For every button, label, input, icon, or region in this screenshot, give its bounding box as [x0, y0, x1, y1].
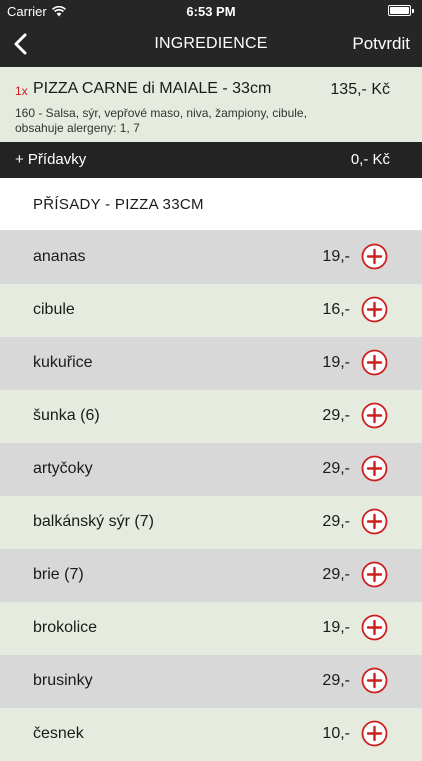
plus-circle-icon[interactable]	[361, 402, 388, 429]
ingredient-price: 19,-	[322, 354, 350, 371]
ingredient-price: 29,-	[322, 513, 350, 530]
ingredient-price: 29,-	[322, 407, 350, 424]
ingredient-row[interactable]: česnek 10,-	[0, 708, 422, 761]
plus-circle-icon[interactable]	[361, 667, 388, 694]
product-name: PIZZA CARNE di MAIALE - 33cm	[33, 80, 272, 97]
ingredient-name: kukuřice	[33, 354, 93, 371]
plus-circle-icon[interactable]	[361, 349, 388, 376]
ingredient-price: 29,-	[322, 460, 350, 477]
ingredient-row[interactable]: artyčoky 29,-	[0, 443, 422, 496]
product-summary: 1x PIZZA CARNE di MAIALE - 33cm 135,- Kč…	[0, 67, 422, 142]
ingredient-row[interactable]: balkánský sýr (7) 29,-	[0, 496, 422, 549]
navigation-bar: INGREDIENCE Potvrdit	[0, 22, 422, 67]
ingredient-name: brokolice	[33, 619, 98, 636]
ingredient-row[interactable]: ananas 19,-	[0, 231, 422, 284]
addons-label: + Přídavky	[15, 151, 87, 168]
ingredient-name: cibule	[33, 301, 75, 318]
ingredient-list: ananas 19,- cibule 16,- kukuřice 19,- šu…	[0, 231, 422, 761]
confirm-button[interactable]: Potvrdit	[352, 34, 410, 54]
plus-circle-icon[interactable]	[361, 243, 388, 270]
ingredient-name: česnek	[33, 725, 84, 742]
product-description: 160 - Salsa, sýr, vepřové maso, niva, ža…	[15, 106, 307, 135]
product-quantity: 1x	[15, 84, 28, 98]
product-price: 135,- Kč	[330, 81, 390, 98]
plus-circle-icon[interactable]	[361, 508, 388, 535]
plus-circle-icon[interactable]	[361, 455, 388, 482]
status-time: 6:53 PM	[186, 4, 236, 19]
status-bar: Carrier 6:53 PM	[0, 0, 422, 22]
top-bar: Carrier 6:53 PM INGREDIENCE Potvrdit	[0, 0, 422, 67]
ingredient-name: balkánský sýr (7)	[33, 513, 154, 530]
ingredient-name: brie (7)	[33, 566, 84, 583]
plus-circle-icon[interactable]	[361, 614, 388, 641]
ingredient-row[interactable]: cibule 16,-	[0, 284, 422, 337]
ingredient-row[interactable]: šunka (6) 29,-	[0, 390, 422, 443]
ingredient-name: artyčoky	[33, 460, 93, 477]
ingredient-name: šunka (6)	[33, 407, 100, 424]
section-title: PŘÍSADY - PIZZA 33CM	[33, 196, 204, 213]
plus-circle-icon[interactable]	[361, 720, 388, 747]
ingredient-price: 19,-	[322, 619, 350, 636]
ingredient-name: ananas	[33, 248, 86, 265]
addons-bar[interactable]: + Přídavky 0,- Kč	[0, 142, 422, 178]
section-header: PŘÍSADY - PIZZA 33CM	[0, 178, 422, 231]
battery-icon	[388, 5, 414, 16]
addons-total: 0,- Kč	[350, 151, 390, 168]
ingredient-name: brusinky	[33, 672, 93, 689]
ingredient-price: 29,-	[322, 672, 350, 689]
ingredient-row[interactable]: brusinky 29,-	[0, 655, 422, 708]
plus-circle-icon[interactable]	[361, 561, 388, 588]
plus-circle-icon[interactable]	[361, 296, 388, 323]
ingredient-row[interactable]: kukuřice 19,-	[0, 337, 422, 390]
ingredient-price: 16,-	[322, 301, 350, 318]
ingredient-price: 19,-	[322, 248, 350, 265]
ingredient-price: 10,-	[322, 725, 350, 742]
ingredient-price: 29,-	[322, 566, 350, 583]
ingredient-row[interactable]: brokolice 19,-	[0, 602, 422, 655]
ingredient-row[interactable]: brie (7) 29,-	[0, 549, 422, 602]
